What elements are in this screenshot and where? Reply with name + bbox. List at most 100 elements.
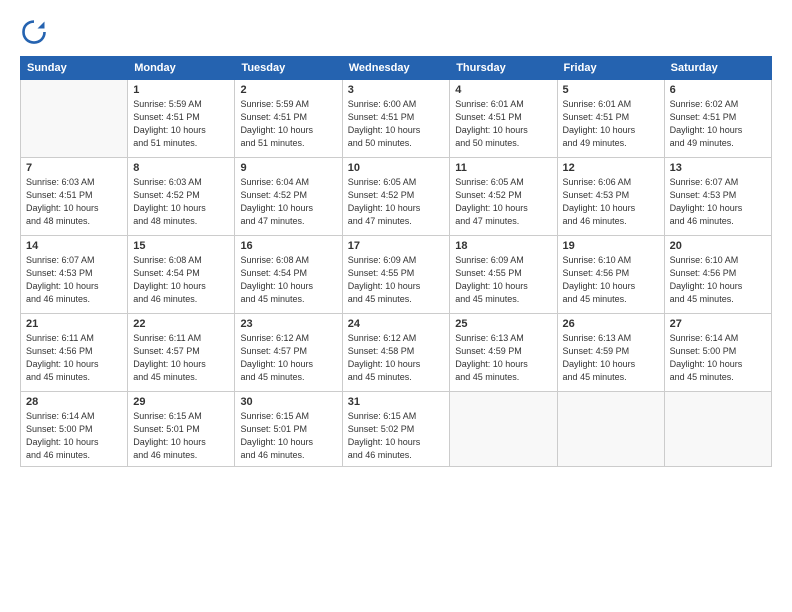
weekday-header-wednesday: Wednesday	[342, 57, 450, 80]
day-info: Sunrise: 6:05 AM Sunset: 4:52 PM Dayligh…	[348, 176, 445, 228]
page: SundayMondayTuesdayWednesdayThursdayFrid…	[0, 0, 792, 612]
day-info: Sunrise: 6:12 AM Sunset: 4:58 PM Dayligh…	[348, 332, 445, 384]
calendar-cell: 19 Sunrise: 6:10 AM Sunset: 4:56 PM Dayli…	[557, 236, 664, 314]
weekday-header-sunday: Sunday	[21, 57, 128, 80]
calendar-cell: 7Sunrise: 6:03 AM Sunset: 4:51 PM Daylig…	[21, 158, 128, 236]
day-info: Sunrise: 6:13 AM Sunset: 4:59 PM Dayligh…	[455, 332, 551, 384]
calendar-cell: 11 Sunrise: 6:05 AM Sunset: 4:52 PM Dayli…	[450, 158, 557, 236]
calendar-cell: 16Sunrise: 6:08 AM Sunset: 4:54 PM Dayli…	[235, 236, 342, 314]
weekday-header-saturday: Saturday	[664, 57, 771, 80]
calendar-cell: 25Sunrise: 6:13 AM Sunset: 4:59 PM Dayli…	[450, 314, 557, 392]
calendar-cell: 26 Sunrise: 6:13 AM Sunset: 4:59 PM Dayli…	[557, 314, 664, 392]
day-info: Sunrise: 6:11 AM Sunset: 4:56 PM Dayligh…	[26, 332, 122, 384]
weekday-header-friday: Friday	[557, 57, 664, 80]
day-info: Sunrise: 6:08 AM Sunset: 4:54 PM Dayligh…	[133, 254, 229, 306]
week-row-5: 28 Sunrise: 6:14 AM Sunset: 5:00 PM Dayli…	[21, 392, 772, 467]
day-number: 15	[133, 240, 229, 252]
calendar-cell: 5Sunrise: 6:01 AM Sunset: 4:51 PM Daylig…	[557, 80, 664, 158]
day-info: Sunrise: 6:02 AM Sunset: 4:51 PM Dayligh…	[670, 98, 766, 150]
day-info: Sunrise: 6:09 AM Sunset: 4:55 PM Dayligh…	[348, 254, 445, 306]
day-info: Sunrise: 6:10 AM Sunset: 4:56 PM Dayligh…	[670, 254, 766, 306]
day-number: 11	[455, 162, 551, 174]
calendar-cell: 29 Sunrise: 6:15 AM Sunset: 5:01 PM Dayli…	[128, 392, 235, 467]
calendar-cell: 2 Sunrise: 5:59 AM Sunset: 4:51 PM Daylig…	[235, 80, 342, 158]
day-number: 5	[563, 84, 659, 96]
calendar-cell: 12Sunrise: 6:06 AM Sunset: 4:53 PM Dayli…	[557, 158, 664, 236]
day-number: 19	[563, 240, 659, 252]
day-number: 27	[670, 318, 766, 330]
day-number: 1	[133, 84, 229, 96]
calendar-cell: 10 Sunrise: 6:05 AM Sunset: 4:52 PM Dayli…	[342, 158, 450, 236]
calendar-cell: 15 Sunrise: 6:08 AM Sunset: 4:54 PM Dayli…	[128, 236, 235, 314]
header	[20, 18, 772, 46]
calendar-cell: 14 Sunrise: 6:07 AM Sunset: 4:53 PM Dayli…	[21, 236, 128, 314]
calendar-cell: 31 Sunrise: 6:15 AM Sunset: 5:02 PM Dayli…	[342, 392, 450, 467]
day-number: 28	[26, 396, 122, 408]
day-number: 26	[563, 318, 659, 330]
day-number: 29	[133, 396, 229, 408]
day-info: Sunrise: 6:06 AM Sunset: 4:53 PM Dayligh…	[563, 176, 659, 228]
day-info: Sunrise: 5:59 AM Sunset: 4:51 PM Dayligh…	[240, 98, 336, 150]
day-info: Sunrise: 6:07 AM Sunset: 4:53 PM Dayligh…	[670, 176, 766, 228]
day-info: Sunrise: 6:11 AM Sunset: 4:57 PM Dayligh…	[133, 332, 229, 384]
calendar-cell: 27 Sunrise: 6:14 AM Sunset: 5:00 PM Dayli…	[664, 314, 771, 392]
day-info: Sunrise: 6:10 AM Sunset: 4:56 PM Dayligh…	[563, 254, 659, 306]
day-info: Sunrise: 6:13 AM Sunset: 4:59 PM Dayligh…	[563, 332, 659, 384]
calendar: SundayMondayTuesdayWednesdayThursdayFrid…	[20, 56, 772, 467]
weekday-header-thursday: Thursday	[450, 57, 557, 80]
day-info: Sunrise: 6:14 AM Sunset: 5:00 PM Dayligh…	[670, 332, 766, 384]
calendar-cell: 17 Sunrise: 6:09 AM Sunset: 4:55 PM Dayli…	[342, 236, 450, 314]
day-number: 4	[455, 84, 551, 96]
day-info: Sunrise: 6:14 AM Sunset: 5:00 PM Dayligh…	[26, 410, 122, 462]
day-number: 31	[348, 396, 445, 408]
calendar-cell: 20Sunrise: 6:10 AM Sunset: 4:56 PM Dayli…	[664, 236, 771, 314]
logo	[20, 18, 52, 46]
day-info: Sunrise: 5:59 AM Sunset: 4:51 PM Dayligh…	[133, 98, 229, 150]
day-number: 10	[348, 162, 445, 174]
day-info: Sunrise: 6:05 AM Sunset: 4:52 PM Dayligh…	[455, 176, 551, 228]
calendar-cell: 23Sunrise: 6:12 AM Sunset: 4:57 PM Dayli…	[235, 314, 342, 392]
calendar-cell	[21, 80, 128, 158]
day-number: 17	[348, 240, 445, 252]
day-info: Sunrise: 6:00 AM Sunset: 4:51 PM Dayligh…	[348, 98, 445, 150]
day-number: 22	[133, 318, 229, 330]
day-number: 30	[240, 396, 336, 408]
day-info: Sunrise: 6:09 AM Sunset: 4:55 PM Dayligh…	[455, 254, 551, 306]
calendar-cell: 6Sunrise: 6:02 AM Sunset: 4:51 PM Daylig…	[664, 80, 771, 158]
day-info: Sunrise: 6:08 AM Sunset: 4:54 PM Dayligh…	[240, 254, 336, 306]
week-row-2: 7Sunrise: 6:03 AM Sunset: 4:51 PM Daylig…	[21, 158, 772, 236]
day-number: 2	[240, 84, 336, 96]
day-info: Sunrise: 6:07 AM Sunset: 4:53 PM Dayligh…	[26, 254, 122, 306]
weekday-header-row: SundayMondayTuesdayWednesdayThursdayFrid…	[21, 57, 772, 80]
day-info: Sunrise: 6:03 AM Sunset: 4:52 PM Dayligh…	[133, 176, 229, 228]
day-number: 14	[26, 240, 122, 252]
day-info: Sunrise: 6:15 AM Sunset: 5:02 PM Dayligh…	[348, 410, 445, 462]
calendar-cell: 13Sunrise: 6:07 AM Sunset: 4:53 PM Dayli…	[664, 158, 771, 236]
day-number: 7	[26, 162, 122, 174]
day-info: Sunrise: 6:04 AM Sunset: 4:52 PM Dayligh…	[240, 176, 336, 228]
day-info: Sunrise: 6:15 AM Sunset: 5:01 PM Dayligh…	[133, 410, 229, 462]
calendar-cell: 4 Sunrise: 6:01 AM Sunset: 4:51 PM Daylig…	[450, 80, 557, 158]
day-number: 9	[240, 162, 336, 174]
calendar-cell	[557, 392, 664, 467]
day-info: Sunrise: 6:01 AM Sunset: 4:51 PM Dayligh…	[455, 98, 551, 150]
day-info: Sunrise: 6:15 AM Sunset: 5:01 PM Dayligh…	[240, 410, 336, 462]
calendar-cell: 24Sunrise: 6:12 AM Sunset: 4:58 PM Dayli…	[342, 314, 450, 392]
calendar-cell: 9 Sunrise: 6:04 AM Sunset: 4:52 PM Daylig…	[235, 158, 342, 236]
logo-icon	[20, 18, 48, 46]
calendar-cell: 30 Sunrise: 6:15 AM Sunset: 5:01 PM Dayli…	[235, 392, 342, 467]
day-info: Sunrise: 6:12 AM Sunset: 4:57 PM Dayligh…	[240, 332, 336, 384]
calendar-cell: 18Sunrise: 6:09 AM Sunset: 4:55 PM Dayli…	[450, 236, 557, 314]
calendar-cell	[450, 392, 557, 467]
day-number: 3	[348, 84, 445, 96]
weekday-header-monday: Monday	[128, 57, 235, 80]
calendar-cell: 22 Sunrise: 6:11 AM Sunset: 4:57 PM Dayli…	[128, 314, 235, 392]
calendar-cell	[664, 392, 771, 467]
calendar-cell: 3 Sunrise: 6:00 AM Sunset: 4:51 PM Daylig…	[342, 80, 450, 158]
calendar-cell: 1 Sunrise: 5:59 AM Sunset: 4:51 PM Daylig…	[128, 80, 235, 158]
calendar-cell: 21 Sunrise: 6:11 AM Sunset: 4:56 PM Dayli…	[21, 314, 128, 392]
calendar-cell: 28 Sunrise: 6:14 AM Sunset: 5:00 PM Dayli…	[21, 392, 128, 467]
day-number: 21	[26, 318, 122, 330]
weekday-header-tuesday: Tuesday	[235, 57, 342, 80]
week-row-4: 21 Sunrise: 6:11 AM Sunset: 4:56 PM Dayli…	[21, 314, 772, 392]
